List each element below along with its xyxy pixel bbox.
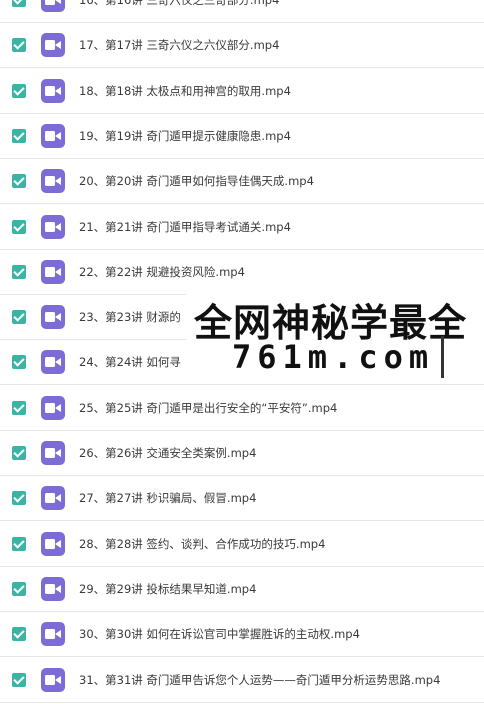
file-name[interactable]: 22、第22讲 规避投资风险.mp4 xyxy=(79,264,245,280)
checkbox-checked-icon[interactable] xyxy=(12,264,26,279)
file-name[interactable]: 23、第23讲 财源的 xyxy=(79,309,181,325)
checkbox-checked-icon[interactable] xyxy=(12,627,26,642)
video-file-icon xyxy=(41,531,65,556)
file-name[interactable]: 21、第21讲 奇门遁甲指导考试通关.mp4 xyxy=(79,219,291,235)
file-row[interactable]: 19、第19讲 奇门遁甲提示健康隐患.mp4 xyxy=(0,114,484,159)
file-name[interactable]: 27、第27讲 秒识骗局、假冒.mp4 xyxy=(79,490,256,506)
video-file-icon xyxy=(41,486,65,511)
video-file-icon xyxy=(41,33,65,58)
file-row[interactable]: 20、第20讲 奇门遁甲如何指导佳偶天成.mp4 xyxy=(0,159,484,205)
file-name[interactable]: 17、第17讲 三奇六仪之六仪部分.mp4 xyxy=(79,37,279,53)
file-row[interactable]: 29、第29讲 投标结果早知道.mp4 xyxy=(0,567,484,612)
video-file-icon xyxy=(41,259,65,284)
file-name[interactable]: 19、第19讲 奇门遁甲提示健康隐患.mp4 xyxy=(79,128,291,144)
file-row[interactable]: 25、第25讲 奇门遁甲是出行安全的“平安符”.mp4 xyxy=(0,386,484,431)
file-row[interactable]: 27、第27讲 秒识骗局、假冒.mp4 xyxy=(0,476,484,522)
video-file-icon xyxy=(41,395,65,420)
checkbox-checked-icon[interactable] xyxy=(12,83,26,98)
video-file-icon xyxy=(41,0,65,12)
watermark: 全网神秘学最全 761m.com xyxy=(186,286,484,382)
checkbox-checked-icon[interactable] xyxy=(12,38,26,53)
checkbox-checked-icon[interactable] xyxy=(12,0,26,7)
file-name[interactable]: 16、第16讲 三奇六仪之三奇部分.mp4 xyxy=(79,0,279,8)
file-row[interactable]: 17、第17讲 三奇六仪之六仪部分.mp4 xyxy=(0,23,484,69)
file-name[interactable]: 30、第30讲 如何在诉讼官司中掌握胜诉的主动权.mp4 xyxy=(79,626,360,642)
checkbox-checked-icon[interactable] xyxy=(12,219,26,234)
video-file-icon xyxy=(41,350,65,375)
file-name[interactable]: 24、第24讲 如何寻 xyxy=(79,354,181,370)
checkbox-checked-icon[interactable] xyxy=(12,174,26,189)
video-file-icon xyxy=(41,78,65,103)
file-name[interactable]: 31、第31讲 奇门遁甲告诉您个人运势——奇门遁甲分析运势思路.mp4 xyxy=(79,672,440,688)
file-row[interactable]: 28、第28讲 签约、谈判、合作成功的技巧.mp4 xyxy=(0,522,484,567)
file-row[interactable]: 16、第16讲 三奇六仪之三奇部分.mp4 xyxy=(0,0,484,23)
video-file-icon xyxy=(41,305,65,330)
video-file-icon xyxy=(41,576,65,601)
file-name[interactable]: 29、第29讲 投标结果早知道.mp4 xyxy=(79,581,256,597)
checkbox-checked-icon[interactable] xyxy=(12,491,26,506)
file-name[interactable]: 26、第26讲 交通安全类案例.mp4 xyxy=(79,445,256,461)
checkbox-checked-icon[interactable] xyxy=(12,446,26,460)
watermark-url: 761m.com xyxy=(232,338,435,376)
checkbox-checked-icon[interactable] xyxy=(12,310,26,325)
file-name[interactable]: 20、第20讲 奇门遁甲如何指导佳偶天成.mp4 xyxy=(79,173,314,189)
video-file-icon xyxy=(41,169,65,194)
checkbox-checked-icon[interactable] xyxy=(12,128,26,143)
video-file-icon xyxy=(41,123,65,148)
video-file-icon xyxy=(41,214,65,239)
video-file-icon xyxy=(41,667,65,692)
watermark-cursor-bar xyxy=(441,336,444,378)
file-name[interactable]: 18、第18讲 太极点和用神宫的取用.mp4 xyxy=(79,83,291,99)
file-row[interactable]: 31、第31讲 奇门遁甲告诉您个人运势——奇门遁甲分析运势思路.mp4 xyxy=(0,658,484,703)
checkbox-checked-icon[interactable] xyxy=(12,581,26,596)
checkbox-checked-icon[interactable] xyxy=(12,672,26,687)
video-file-icon xyxy=(41,441,65,465)
checkbox-checked-icon[interactable] xyxy=(12,400,26,415)
checkbox-checked-icon[interactable] xyxy=(12,536,26,551)
file-row[interactable]: 26、第26讲 交通安全类案例.mp4 xyxy=(0,431,484,476)
file-row[interactable]: 18、第18讲 太极点和用神宫的取用.mp4 xyxy=(0,69,484,114)
video-file-icon xyxy=(41,622,65,647)
file-row[interactable]: 21、第21讲 奇门遁甲指导考试通关.mp4 xyxy=(0,205,484,250)
file-row[interactable]: 30、第30讲 如何在诉讼官司中掌握胜诉的主动权.mp4 xyxy=(0,612,484,658)
checkbox-checked-icon[interactable] xyxy=(12,355,26,370)
file-name[interactable]: 28、第28讲 签约、谈判、合作成功的技巧.mp4 xyxy=(79,536,325,552)
file-name[interactable]: 25、第25讲 奇门遁甲是出行安全的“平安符”.mp4 xyxy=(79,400,337,416)
